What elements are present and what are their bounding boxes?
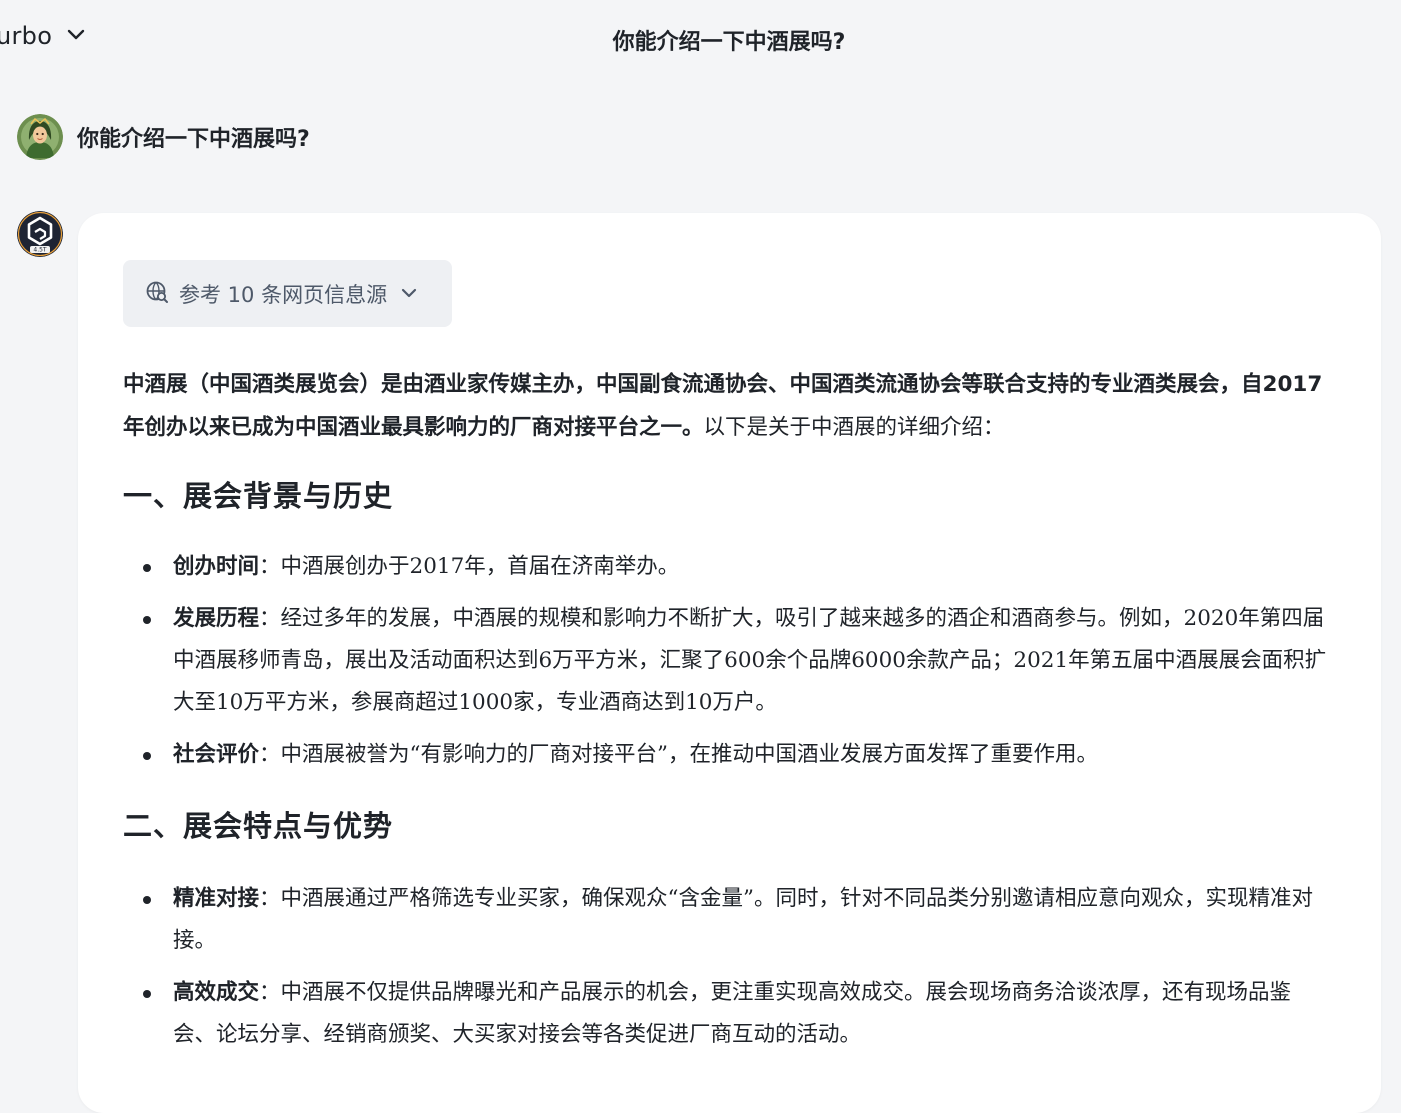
- list-item: 高效成交：中酒展不仅提供品牌曝光和产品展示的机会，更注重实现高效成交。展会现场商…: [123, 972, 1333, 1056]
- top-bar: urbo 你能介绍一下中酒展吗?: [0, 0, 1401, 80]
- bullet-list: 创办时间：中酒展创办于2017年，首届在济南举办。 发展历程：经过多年的发展，中…: [123, 546, 1333, 776]
- item-text: 经过多年的发展，中酒展的规模和影响力不断扩大，吸引了越来越多的酒企和酒商参与。例…: [173, 606, 1327, 715]
- list-item: 发展历程：经过多年的发展，中酒展的规模和影响力不断扩大，吸引了越来越多的酒企和酒…: [123, 598, 1333, 724]
- user-avatar: [17, 114, 63, 160]
- user-message-text: 你能介绍一下中酒展吗?: [77, 127, 310, 152]
- chevron-down-icon: [401, 284, 417, 303]
- globe-search-icon: [145, 280, 169, 308]
- user-message: 你能介绍一下中酒展吗?: [17, 114, 310, 160]
- item-label: 精准对接: [173, 886, 260, 911]
- list-item: 创办时间：中酒展创办于2017年，首届在济南举办。: [123, 546, 1333, 588]
- list-item: 精准对接：中酒展通过严格筛选专业买家，确保观众“含金量”。同时，针对不同品类分别…: [123, 878, 1333, 962]
- item-text: 中酒展被誉为“有影响力的厂商对接平台”，在推动中国酒业发展方面发挥了重要作用。: [280, 742, 1099, 767]
- item-label: 社会评价: [173, 742, 260, 767]
- item-text: 中酒展创办于2017年，首届在济南举办。: [280, 554, 680, 579]
- item-label: 创办时间: [173, 554, 260, 579]
- intro-paragraph: 中酒展（中国酒类展览会）是由酒业家传媒主办，中国副食流通协会、中国酒类流通协会等…: [123, 363, 1333, 449]
- item-label: 高效成交: [173, 980, 260, 1005]
- model-badge: 4.5T: [33, 247, 47, 254]
- item-text: 中酒展通过严格筛选专业买家，确保观众“含金量”。同时，针对不同品类分别邀请相应意…: [173, 886, 1314, 953]
- item-label: 发展历程: [173, 606, 260, 631]
- response-content: 中酒展（中国酒类展览会）是由酒业家传媒主办，中国副食流通协会、中国酒类流通协会等…: [123, 363, 1333, 1056]
- bullet-list: 精准对接：中酒展通过严格筛选专业买家，确保观众“含金量”。同时，针对不同品类分别…: [123, 878, 1333, 1056]
- section-heading: 一、展会背景与历史: [123, 479, 394, 513]
- list-item: 社会评价：中酒展被誉为“有影响力的厂商对接平台”，在推动中国酒业发展方面发挥了重…: [123, 734, 1333, 776]
- sources-label: 参考 10 条网页信息源: [179, 282, 388, 307]
- assistant-avatar: 4.5T: [17, 211, 63, 257]
- section-heading: 二、展会特点与优势: [123, 809, 394, 843]
- assistant-response-card: 参考 10 条网页信息源 中酒展（中国酒类展览会）是由酒业家传媒主办，中国副食流…: [78, 213, 1381, 1113]
- sources-toggle[interactable]: 参考 10 条网页信息源: [123, 260, 452, 327]
- intro-text: 以下是关于中酒展的详细介绍：: [703, 415, 1005, 440]
- item-text: 中酒展不仅提供品牌曝光和产品展示的机会，更注重实现高效成交。展会现场商务洽谈浓厚…: [173, 980, 1292, 1047]
- conversation-title: 你能介绍一下中酒展吗?: [612, 30, 846, 55]
